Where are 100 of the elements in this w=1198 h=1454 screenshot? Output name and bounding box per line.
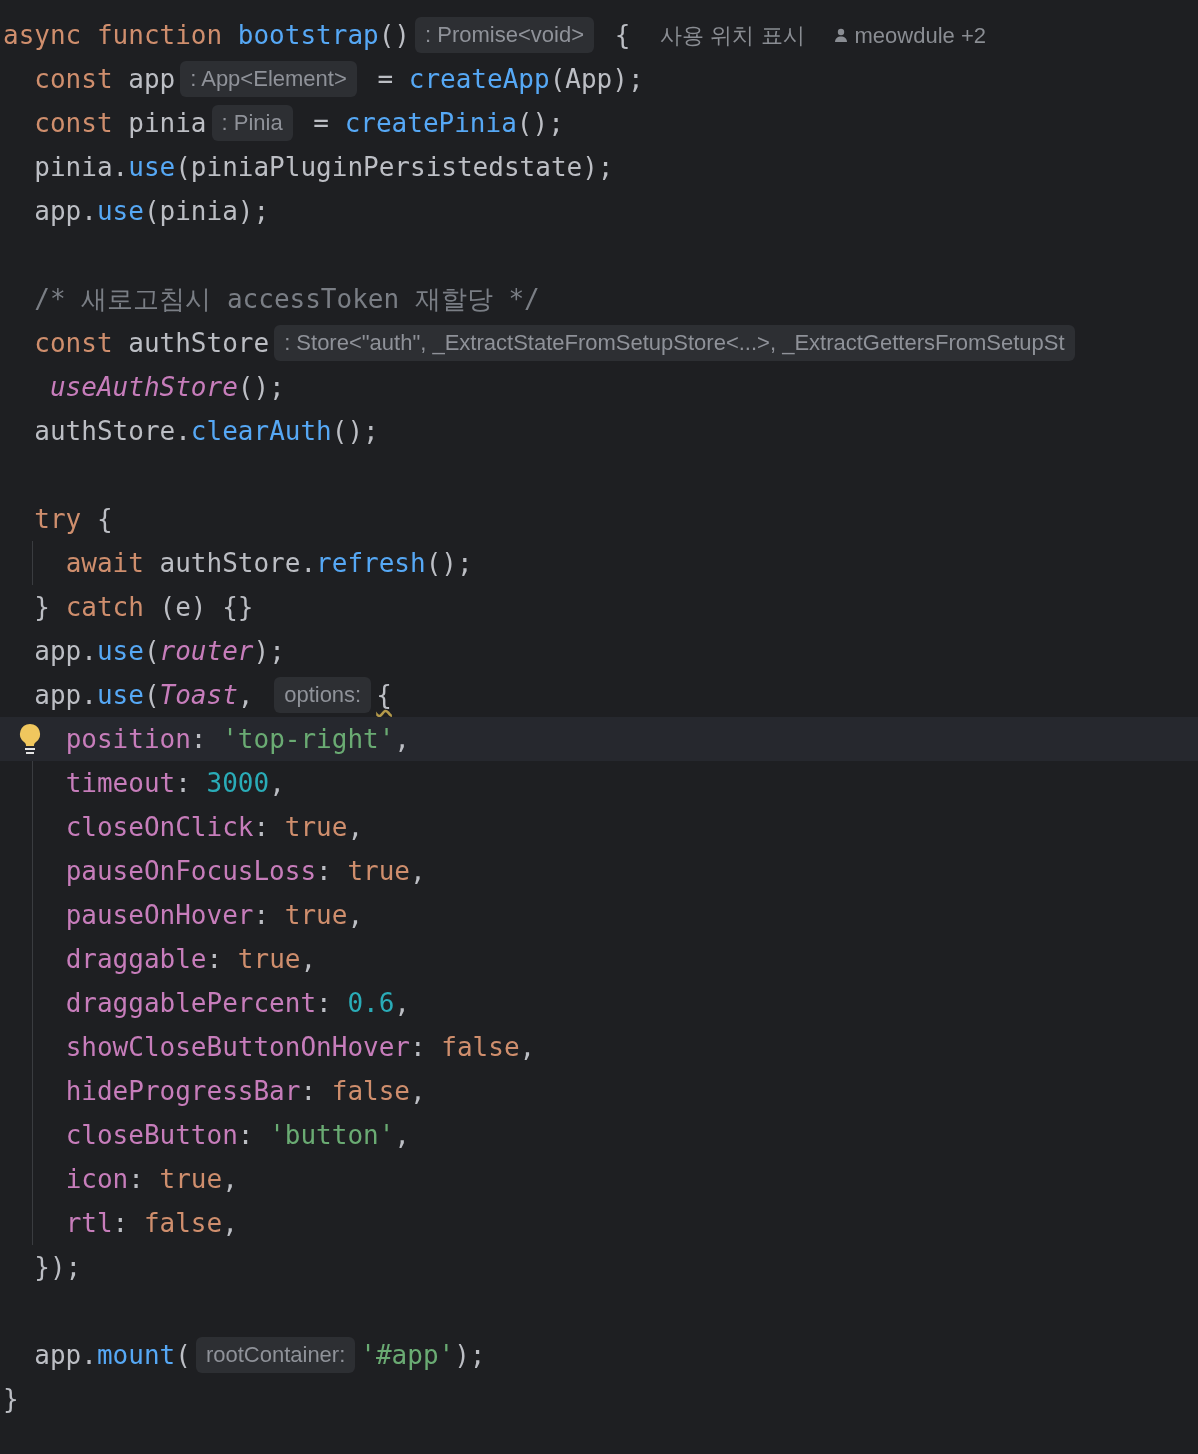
code-text: : [190,722,208,756]
code-text: , [347,810,364,844]
string-literal: 'button' [269,1118,395,1152]
code-text: , [237,678,255,712]
function-name: createPinia [344,106,517,140]
code-text: (); [331,414,379,448]
inlay-hint: : Pinia [211,105,293,141]
code-text: : [253,810,271,844]
code-text: } [34,590,51,624]
code-text: : [112,1206,130,1240]
code-text: app [128,62,176,96]
code-text: : [128,1162,145,1196]
string-literal: 'top-right' [222,722,395,756]
code-text: ( [143,634,160,668]
code-text: (pinia); [143,194,270,228]
code-text: ); [454,1338,486,1372]
code-keyword: catch [65,590,144,624]
inlay-hint: rootContainer: [195,1337,356,1373]
code-text: : [253,898,271,932]
property-name: draggable [65,942,207,976]
identifier: Toast [159,678,238,712]
code-text: : [410,1030,427,1064]
property-name: rtl [65,1206,113,1240]
code-keyword: async function [3,18,224,52]
code-text: (); [516,106,564,140]
code-text: , [347,898,364,932]
code-text: authStore. [159,546,317,580]
property-name: showCloseButtonOnHover [65,1030,410,1064]
property-name: icon [65,1162,129,1196]
code-text: , [519,1030,536,1064]
property-name: hideProgressBar [65,1074,301,1108]
function-name: use [96,678,144,712]
code-text: : [237,1118,255,1152]
property-name: pauseOnFocusLoss [65,854,317,888]
code-text: , [394,986,410,1020]
person-icon [832,27,849,43]
code-text: , [300,942,317,976]
code-keyword: true [159,1162,223,1196]
code-text: (App); [549,62,644,96]
author-hint[interactable]: meowdule +2 [832,18,986,52]
code-keyword: const [34,62,114,96]
code-text: }); [34,1250,82,1284]
code-keyword: true [284,810,348,844]
code-text: (); [237,370,285,404]
code-text: (); [425,546,473,580]
code-comment: /* 새로고침시 accessToken 재할당 */ [34,282,540,316]
code-text: ( [143,678,160,712]
identifier: router [159,634,254,668]
inlay-hint: : Store<"auth", _ExtractStateFromSetupStore<...>, _ExtractGettersFromSetupSt [274,325,1075,361]
string-literal: '#app' [360,1338,455,1372]
code-text: app. [34,634,97,668]
code-text: , [222,1206,238,1240]
code-keyword: false [143,1206,223,1240]
code-text: = [377,62,395,96]
code-text: : [175,766,192,800]
code-keyword: const [34,106,114,140]
function-name: createApp [408,62,550,96]
code-text: } [3,1382,19,1416]
code-text: , [222,1162,238,1196]
code-text: : [316,854,333,888]
number-literal: 3000 [206,766,270,800]
code-text: pinia [128,106,207,140]
identifier: useAuthStore [49,370,238,404]
code-text: (piniaPluginPersistedstate); [175,150,614,184]
code-text: , [269,766,285,800]
code-text: , [410,1074,426,1108]
code-keyword: await [65,546,145,580]
code-text: ); [253,634,285,668]
code-keyword: try [34,502,82,536]
code-text: : [316,986,333,1020]
number-literal: 0.6 [347,986,395,1020]
usages-link[interactable]: 사용 위치 표시 [660,18,805,52]
code-text: () [378,18,410,52]
code-text: , [410,854,426,888]
function-name: use [96,634,144,668]
property-name: closeButton [65,1118,238,1152]
inlay-hint: : App<Element> [180,61,357,97]
code-text: app. [34,1338,97,1372]
code-text: (e) {} [159,590,254,624]
code-text: { [96,502,113,536]
code-text: app. [34,194,97,228]
code-keyword: true [237,942,301,976]
code-text: = [313,106,330,140]
property-name: timeout [65,766,176,800]
code-text: ( [175,1338,191,1372]
function-name: bootstrap [237,18,379,52]
code-keyword: false [441,1030,520,1064]
lightbulb-icon[interactable] [18,723,42,755]
property-name: closeOnClick [65,810,254,844]
code-text: : [300,1074,318,1108]
code-text: , [394,1118,410,1152]
property-name: pauseOnHover [65,898,254,932]
code-keyword: const [34,326,114,360]
code-text: authStore. [34,414,191,448]
inlay-hint: options: [274,677,372,713]
function-name: use [128,150,176,184]
code-text: , [394,722,410,756]
code-keyword: false [331,1074,411,1108]
code-text: { [614,18,631,52]
function-name: use [96,194,144,228]
